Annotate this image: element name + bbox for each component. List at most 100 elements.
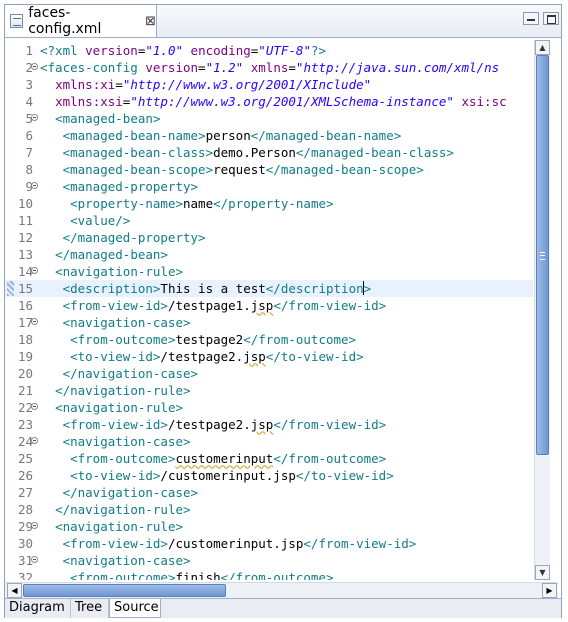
editor-page-tabs: Diagram Tree Source (5, 598, 561, 618)
line-number: 4 (25, 94, 33, 109)
code-text: <navigation-rule> (40, 263, 183, 280)
code-line[interactable]: 24 <navigation-case> (5, 433, 533, 450)
code-line[interactable]: 17 <navigation-case> (5, 314, 533, 331)
code-line[interactable]: 6 <managed-bean-name>person</managed-bea… (5, 127, 533, 144)
code-text: xmlns:xi="http://www.w3.org/2001/XInclud… (40, 76, 371, 93)
code-line[interactable]: 19 <to-view-id>/testpage2.jsp</to-view-i… (5, 348, 533, 365)
code-line[interactable]: 29 <navigation-rule> (5, 518, 533, 535)
code-token: </to-view-id> (295, 468, 394, 483)
code-text: <description>This is a test</description… (40, 280, 371, 297)
code-line[interactable]: 22 <navigation-rule> (5, 399, 533, 416)
code-text: </navigation-rule> (40, 501, 190, 518)
code-line[interactable]: 23 <from-view-id>/testpage2.jsp</from-vi… (5, 416, 533, 433)
close-icon[interactable]: ⊠ (145, 14, 156, 29)
tab-diagram[interactable]: Diagram (5, 599, 71, 618)
line-number: 25 (17, 451, 33, 466)
code-line[interactable]: 31 <navigation-case> (5, 552, 533, 569)
code-line[interactable]: 15 <description>This is a test</descript… (5, 280, 533, 297)
fold-toggle-icon[interactable] (31, 522, 38, 529)
code-line[interactable]: 13 </managed-bean> (5, 246, 533, 263)
minimize-button[interactable] (523, 12, 539, 25)
code-text: xmlns:xsi="http://www.w3.org/2001/XMLSch… (40, 93, 507, 110)
code-token: "1.0" (145, 43, 184, 58)
code-line[interactable]: 10 <property-name>name</property-name> (5, 195, 533, 212)
line-number: 31 (17, 553, 33, 568)
code-line[interactable]: 32 <from-outcome>finish</from-outcome> (5, 569, 533, 580)
code-text: <navigation-case> (40, 433, 191, 450)
code-line[interactable]: 21 </navigation-rule> (5, 382, 533, 399)
code-token: /testpage2. (167, 417, 251, 432)
code-line[interactable]: 11 <value/> (5, 212, 533, 229)
code-line[interactable]: 12 </managed-property> (5, 229, 533, 246)
code-line[interactable]: 1 <?xml version="1.0" encoding="UTF-8"?> (5, 42, 533, 59)
fold-toggle-icon[interactable] (31, 403, 38, 410)
code-line[interactable]: 5 <managed-bean> (5, 110, 533, 127)
code-token: <property-name> (70, 196, 183, 211)
fold-toggle-icon[interactable] (31, 556, 38, 563)
line-number: 5 (25, 111, 33, 126)
code-token: <from-view-id> (62, 536, 168, 551)
code-line[interactable]: 28 </navigation-rule> (5, 501, 533, 518)
line-number: 22 (17, 400, 33, 415)
fold-toggle-icon[interactable] (31, 182, 38, 189)
scroll-down-button[interactable]: ▼ (535, 565, 550, 580)
editor-tab-faces-config[interactable]: faces-config.xml ⊠ (5, 5, 157, 37)
code-line[interactable]: 27 </navigation-case> (5, 484, 533, 501)
code-token: person (205, 128, 251, 143)
vertical-scrollbar[interactable]: ▲ ▼ (534, 40, 550, 580)
code-line[interactable]: 18 <from-outcome>testpage2</from-outcome… (5, 331, 533, 348)
code-line[interactable]: 14 <navigation-rule> (5, 263, 533, 280)
vertical-scroll-thumb[interactable] (536, 55, 549, 455)
code-token: jsp (250, 298, 274, 313)
code-token: <navigation-case> (62, 553, 191, 568)
code-line[interactable]: 30 <from-view-id>/customerinput.jsp</fro… (5, 535, 533, 552)
code-line[interactable]: 3 xmlns:xi="http://www.w3.org/2001/XIncl… (5, 76, 533, 93)
tab-source[interactable]: Source (109, 599, 161, 618)
code-text: <to-view-id>/testpage2.jsp</to-view-id> (40, 348, 364, 365)
fold-toggle-icon[interactable] (31, 267, 38, 274)
code-token: </from-outcome> (243, 332, 357, 347)
maximize-button[interactable] (543, 12, 559, 25)
fold-toggle-icon[interactable] (31, 63, 38, 70)
code-token: = (115, 77, 123, 92)
code-line[interactable]: 16 <from-view-id>/testpage1.jsp</from-vi… (5, 297, 533, 314)
scroll-up-button[interactable]: ▲ (535, 40, 550, 55)
code-line[interactable]: 7 <managed-bean-class>demo.Person</manag… (5, 144, 533, 161)
code-token: </from-view-id> (303, 536, 417, 551)
code-line[interactable]: 9 <managed-property> (5, 178, 533, 195)
code-token: ?> (310, 43, 327, 58)
scroll-right-button[interactable]: ▶ (542, 583, 557, 598)
fold-toggle-icon[interactable] (31, 114, 38, 121)
line-number: 30 (17, 536, 33, 551)
code-text: <navigation-case> (40, 314, 191, 331)
code-token: = (288, 60, 296, 75)
tab-tree[interactable]: Tree (71, 599, 109, 618)
code-line[interactable]: 26 <to-view-id>/customerinput.jsp</to-vi… (5, 467, 533, 484)
code-line[interactable]: 4 xmlns:xsi="http://www.w3.org/2001/XMLS… (5, 93, 533, 110)
code-line[interactable]: 20 </navigation-case> (5, 365, 533, 382)
line-number: 9 (25, 179, 33, 194)
horizontal-scroll-thumb[interactable] (23, 584, 226, 597)
code-token: "http://www.w3.org/2001/XMLSchema-instan… (130, 94, 454, 109)
code-line[interactable]: 25 <from-outcome>customerinput</from-out… (5, 450, 533, 467)
code-token: </property-name> (213, 196, 334, 211)
code-token: <navigation-rule> (55, 400, 183, 415)
code-line[interactable]: 8 <managed-bean-scope>request</managed-b… (5, 161, 533, 178)
line-number: 12 (17, 230, 33, 245)
code-token: jsp (243, 349, 266, 364)
source-editor[interactable]: 1 <?xml version="1.0" encoding="UTF-8"?> 2… (5, 38, 533, 580)
code-line[interactable]: 2 <faces-config version="1.2" xmlns="http… (5, 59, 533, 76)
fold-toggle-icon[interactable] (31, 437, 38, 444)
scroll-left-button[interactable]: ◀ (7, 583, 22, 598)
fold-toggle-icon[interactable] (31, 318, 38, 325)
horizontal-scrollbar[interactable]: ◀ ▶ (5, 582, 558, 598)
